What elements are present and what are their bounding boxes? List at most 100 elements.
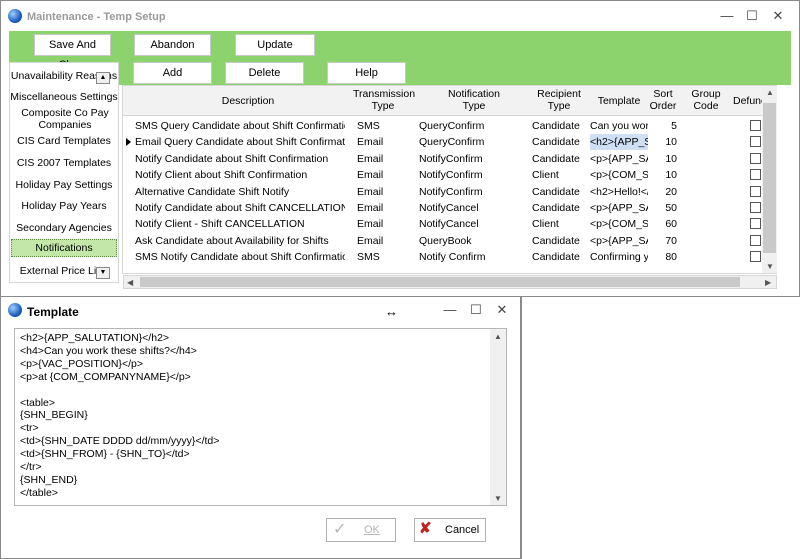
cell-sort[interactable]: 80 (649, 249, 677, 265)
cancel-button[interactable]: ✘ Cancel (414, 518, 486, 542)
cell-template[interactable]: <h2>{APP_SA (590, 134, 648, 151)
table-row[interactable]: SMS Query Candidate about Shift Confirma… (123, 118, 776, 134)
cell-recipient[interactable]: Candidate (532, 151, 588, 167)
cell-transmission[interactable]: Email (357, 167, 417, 183)
cell-recipient[interactable]: Client (532, 216, 588, 232)
cell-sort[interactable]: 70 (649, 233, 677, 249)
scroll-right-arrow-icon[interactable]: ▶ (765, 278, 771, 287)
nav-item-cis-2007-templates[interactable]: CIS 2007 Templates (10, 157, 118, 169)
cell-transmission[interactable]: Email (357, 216, 417, 232)
cell-transmission[interactable]: Email (357, 134, 417, 150)
nav-item-secondary-agencies[interactable]: Secondary Agencies (10, 222, 118, 234)
add-button[interactable]: Add (133, 62, 212, 84)
nav-item-composite-co-pay[interactable]: Composite Co Pay Companies (20, 107, 110, 131)
cell-notification[interactable]: QueryBook (419, 233, 509, 249)
cell-sort[interactable]: 50 (649, 200, 677, 216)
col-recipient-type[interactable]: Recipient Type (533, 88, 585, 112)
update-button[interactable]: Update (235, 34, 315, 56)
col-description[interactable]: Description (193, 95, 303, 107)
defunct-checkbox[interactable] (750, 136, 761, 148)
cell-notification[interactable]: NotifyCancel (419, 216, 509, 232)
cell-description[interactable]: SMS Notify Candidate about Shift Confirm… (135, 249, 345, 265)
table-row[interactable]: Ask Candidate about Availability for Shi… (123, 233, 776, 249)
col-group-code[interactable]: Group Code (686, 88, 726, 112)
cell-template[interactable]: <p>{COM_SA (590, 216, 648, 232)
cell-description[interactable]: Notify Candidate about Shift CANCELLATIO… (135, 200, 345, 216)
table-row[interactable]: Notify Candidate about Shift Confirmatio… (123, 151, 776, 167)
nav-item-notifications[interactable]: Notifications (11, 239, 117, 257)
nav-scroll-up-icon[interactable]: ▲ (96, 72, 110, 84)
cell-sort[interactable]: 10 (649, 134, 677, 150)
grid-vertical-scroll-thumb[interactable] (763, 103, 776, 253)
cell-notification[interactable]: NotifyConfirm (419, 151, 509, 167)
table-row[interactable]: Email Query Candidate about Shift Confir… (123, 134, 776, 151)
cell-template[interactable]: <p>{APP_SA (590, 200, 648, 216)
template-editor-text[interactable]: <h2>{APP_SALUTATION}</h2> <h4>Can you wo… (20, 332, 219, 500)
cell-recipient[interactable]: Candidate (532, 233, 588, 249)
cell-description[interactable]: Notify Candidate about Shift Confirmatio… (135, 151, 345, 167)
defunct-checkbox[interactable] (750, 234, 761, 246)
delete-button[interactable]: Delete (225, 62, 304, 84)
cell-transmission[interactable]: Email (357, 200, 417, 216)
scroll-down-arrow-icon[interactable]: ▼ (766, 262, 774, 271)
defunct-checkbox[interactable] (750, 120, 761, 131)
defunct-checkbox[interactable] (750, 218, 761, 230)
cell-description[interactable]: Email Query Candidate about Shift Confir… (135, 134, 345, 150)
template-editor[interactable]: <h2>{APP_SALUTATION}</h2> <h4>Can you wo… (14, 328, 507, 506)
cell-notification[interactable]: NotifyConfirm (419, 167, 509, 183)
cell-notification[interactable]: Notify Confirm (419, 249, 509, 265)
abandon-button[interactable]: Abandon (134, 34, 211, 56)
col-sort-order[interactable]: Sort Order (644, 88, 682, 112)
cell-notification[interactable]: NotifyCancel (419, 200, 509, 216)
defunct-checkbox[interactable] (750, 185, 761, 197)
defunct-checkbox[interactable] (750, 251, 761, 263)
editor-scrollbar[interactable] (490, 329, 506, 505)
cell-template[interactable]: Can you work (590, 118, 648, 134)
cell-sort[interactable]: 60 (649, 216, 677, 232)
table-row[interactable]: SMS Notify Candidate about Shift Confirm… (123, 249, 776, 265)
close-button[interactable]: ✕ (768, 8, 788, 24)
cell-description[interactable]: Notify Client about Shift Confirmation (135, 167, 345, 183)
resize-arrows-icon[interactable]: ↔ (385, 304, 398, 319)
cell-recipient[interactable]: Candidate (532, 249, 588, 265)
cell-recipient[interactable]: Candidate (532, 134, 588, 150)
ok-button[interactable]: ✓ OK (326, 518, 396, 542)
cell-notification[interactable]: QueryConfirm (419, 118, 509, 134)
cell-transmission[interactable]: Email (357, 184, 417, 200)
cell-recipient[interactable]: Candidate (532, 118, 588, 134)
save-and-close-button[interactable]: Save And Close (34, 34, 111, 71)
minimize-button[interactable]: — (717, 8, 737, 24)
cell-template[interactable]: <p>{APP_SA (590, 233, 648, 249)
template-maximize-button[interactable]: ☐ (466, 302, 486, 318)
table-row[interactable]: Notify Client about Shift Confirmation Em… (123, 167, 776, 183)
cell-template[interactable]: <p>{COM_SA (590, 167, 648, 183)
nav-scroll-down-icon[interactable]: ▼ (96, 267, 110, 279)
editor-scroll-up-icon[interactable]: ▲ (494, 332, 502, 341)
cell-description[interactable]: Notify Client - Shift CANCELLATION (135, 216, 345, 232)
cell-sort[interactable]: 10 (649, 167, 677, 183)
cell-template[interactable]: Confirming yo (590, 249, 648, 265)
cell-transmission[interactable]: Email (357, 233, 417, 249)
grid-horizontal-scroll-thumb[interactable] (140, 277, 740, 287)
cell-template[interactable]: <p>{APP_SA (590, 151, 648, 167)
maximize-button[interactable]: ☐ (742, 8, 762, 24)
cell-transmission[interactable]: SMS (357, 118, 417, 134)
help-button[interactable]: Help (327, 62, 406, 84)
cell-notification[interactable]: QueryConfirm (419, 134, 509, 150)
nav-item-cis-card-templates[interactable]: CIS Card Templates (10, 135, 118, 147)
cell-recipient[interactable]: Candidate (532, 200, 588, 216)
defunct-checkbox[interactable] (750, 152, 761, 164)
cell-recipient[interactable]: Client (532, 167, 588, 183)
table-row[interactable]: Notify Client - Shift CANCELLATION Email N… (123, 216, 776, 232)
col-template[interactable]: Template (593, 95, 645, 107)
nav-item-miscellaneous-settings[interactable]: Miscellaneous Settings (10, 91, 118, 103)
col-notification-type[interactable]: Notification Type (443, 88, 505, 112)
cell-description[interactable]: Alternative Candidate Shift Notify (135, 184, 345, 200)
editor-scroll-down-icon[interactable]: ▼ (494, 494, 502, 503)
cell-description[interactable]: Ask Candidate about Availability for Shi… (135, 233, 345, 249)
col-transmission-type[interactable]: Transmission Type (353, 88, 415, 112)
nav-item-holiday-pay-years[interactable]: Holiday Pay Years (10, 200, 118, 212)
template-minimize-button[interactable]: — (440, 302, 460, 318)
cell-template[interactable]: <h2>Hello!</h (590, 184, 648, 200)
nav-item-holiday-pay-settings[interactable]: Holiday Pay Settings (10, 179, 118, 191)
